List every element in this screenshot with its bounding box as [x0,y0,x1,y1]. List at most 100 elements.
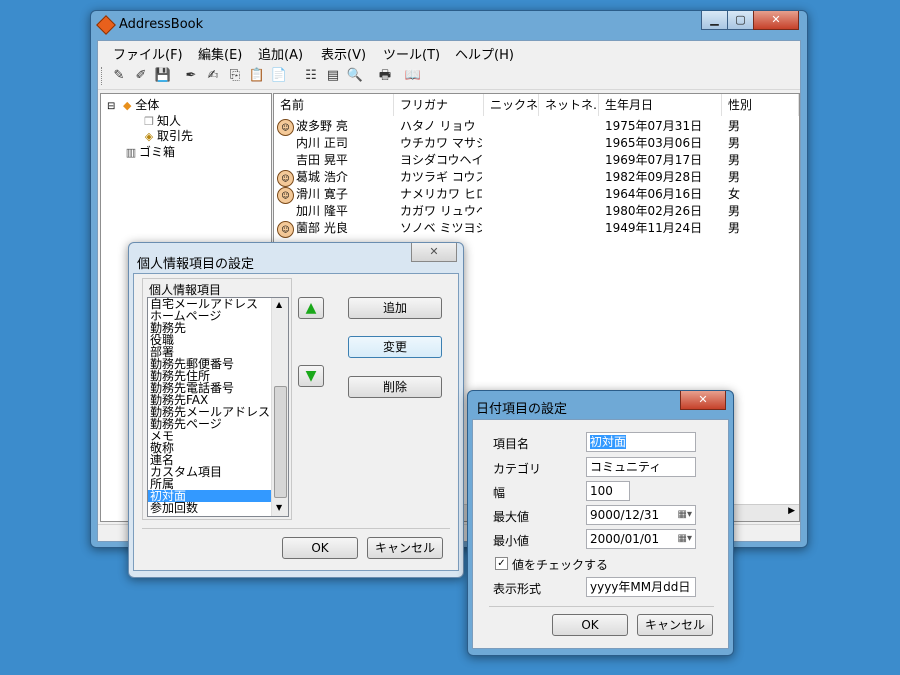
calendar-icon[interactable]: ▦▾ [678,506,692,524]
paste-icon[interactable]: 📋 [248,67,266,85]
document-icon[interactable]: 📄 [270,67,288,85]
item-name-field[interactable]: 初対面 [586,432,696,452]
delete-item-button[interactable]: 削除 [348,376,442,398]
column-header-sex[interactable]: 性別 [722,94,799,116]
print-icon[interactable]: 🖶 [376,67,394,85]
table-row[interactable]: ☺滑川 寛子 ナメリカワ ヒロコ 1964年06月16日 女 [274,186,799,204]
menu-view[interactable]: 表示(V) [321,44,366,63]
column-header-birthday[interactable]: 生年月日 [599,94,722,116]
personal-ok-button[interactable]: OK [282,537,358,559]
cell-kana: ハタノ リョウ [400,119,476,133]
check-value-checkbox[interactable]: ✓ [495,557,508,570]
personal-dialog-titlebar[interactable]: 個人情報項目の設定 ✕ [129,243,463,272]
width-field[interactable]: 100 [586,481,630,501]
close-button[interactable]: ✕ [753,11,799,30]
list-item[interactable]: 参加回数 [148,502,272,514]
tree-item-trash-label: ゴミ箱 [139,145,176,159]
date-dialog-title: 日付項目の設定 [476,402,568,417]
menu-tools[interactable]: ツール(T) [383,44,440,63]
date-dialog-close-button[interactable]: ✕ [680,391,726,410]
minimize-button[interactable]: ▁ [701,11,728,30]
scroll-thumb[interactable] [274,386,287,498]
menu-help[interactable]: ヘルプ(H) [455,44,514,63]
save-icon[interactable]: 💾 [154,67,172,85]
cell-name: 内川 正司 [296,136,348,150]
date-dialog-client: 項目名 初対面 カテゴリ コミュニティ 幅 100 最大値 9000/12/31… [472,419,729,649]
book-icon[interactable]: 📖 [404,67,422,85]
display-format-label: 表示形式 [493,582,542,596]
tree-item-business[interactable]: ◈ 取引先 [141,127,193,144]
date-ok-button[interactable]: OK [552,614,628,636]
personal-dialog-title: 個人情報項目の設定 [137,257,255,272]
min-date-picker[interactable]: 2000/01/01 ▦▾ [586,529,696,549]
personal-dialog-separator [142,528,450,529]
main-window-title: AddressBook [119,17,204,32]
cell-name: 波多野 亮 [296,119,348,133]
tree-root[interactable]: ⊟ ◆ 全体 [107,96,159,113]
tree-root-label: 全体 [135,98,160,112]
date-dialog-titlebar[interactable]: 日付項目の設定 ✕ [468,391,733,419]
scroll-up-icon[interactable]: ▲ [276,300,282,309]
main-titlebar[interactable]: AddressBook ▁ ▢ ✕ [91,11,807,39]
table-row[interactable]: 内川 正司 ウチカワ マサシ 1965年03月06日 男 [274,135,799,152]
edit-entry-icon[interactable]: ✐ [132,67,150,85]
item-name-value: 初対面 [590,435,627,449]
search-icon[interactable]: 🔍 [346,67,364,85]
write-icon[interactable]: ✍ [204,67,222,85]
scroll-down-icon[interactable]: ▼ [276,503,282,512]
personal-items-listbox[interactable]: 自宅メールアドレス ホームページ 勤務先 役職 部署 勤務先郵便番号 勤務先住所 勤務先電話番… [147,297,289,517]
move-up-button[interactable]: ▲ [298,297,324,319]
cell-birthday: 1964年06月16日 [605,187,703,201]
date-item-dialog: 日付項目の設定 ✕ 項目名 初対面 カテゴリ コミュニティ 幅 100 最大値 … [467,390,734,656]
maximize-button[interactable]: ▢ [727,11,754,30]
cell-sex: 男 [728,136,741,150]
cell-sex: 男 [728,204,741,218]
change-item-button[interactable]: 変更 [348,336,442,358]
date-cancel-button[interactable]: キャンセル [637,614,713,636]
book-icon: ◈ [144,130,154,143]
tree-item-business-label: 取引先 [157,129,194,143]
column-header-name[interactable]: 名前 [274,94,394,116]
column-header-nickname[interactable]: ニックネ… [484,94,539,116]
tree-item-trash[interactable]: ▥ ゴミ箱 [123,143,175,160]
cell-birthday: 1969年07月17日 [605,153,703,167]
listbox-scrollbar[interactable]: ▲ ▼ [271,298,288,516]
calendar-icon[interactable]: ▦▾ [678,530,692,548]
column-header-netname[interactable]: ネットネ… [539,94,599,116]
personal-cancel-button[interactable]: キャンセル [367,537,443,559]
table-row[interactable]: ☺ 波多野 亮 ハタノ リョウ 1975年07月31日 男 [274,118,799,136]
new-entry-icon[interactable]: ✎ [110,67,128,85]
cell-birthday: 1982年09月28日 [605,170,703,184]
cell-name: 加川 隆平 [296,204,348,218]
table-row[interactable]: ☺ 薗部 光良 ソノベ ミツヨシ 1949年11月24日 男 [274,220,799,238]
personal-dialog-close-button[interactable]: ✕ [411,243,457,262]
cell-sex: 男 [728,119,741,133]
scroll-right-icon[interactable]: ▶ [788,506,795,516]
expander-icon[interactable]: ⊟ [107,101,115,112]
tree-view-icon[interactable]: ☷ [302,67,320,85]
check-value-label[interactable]: 値をチェックする [512,556,608,573]
trash-icon: ▥ [125,146,137,159]
cell-kana: ソノベ ミツヨシ [400,221,482,235]
cell-birthday: 1980年02月26日 [605,204,703,218]
toolbar: ✎ ✐ 💾 ✒ ✍ ⎘ 📋 📄 ☷ ▤ 🔍 🖶 📖 [98,63,800,90]
max-date-picker[interactable]: 9000/12/31 ▦▾ [586,505,696,525]
menu-file[interactable]: ファイル(F) [113,44,183,63]
table-row[interactable]: ☺葛城 浩介 カツラギ コウス… 1982年09月28日 男 [274,169,799,187]
pen-icon[interactable]: ✒ [182,67,200,85]
list-view-icon[interactable]: ▤ [324,67,342,85]
toolbar-grip[interactable] [101,67,105,85]
add-item-button[interactable]: 追加 [348,297,442,319]
display-format-field[interactable]: yyyy年MM月dd日 [586,577,696,597]
move-down-button[interactable]: ▼ [298,365,324,387]
table-row[interactable]: 吉田 晃平 ヨシダコウヘイ 1969年07月17日 男 [274,152,799,169]
personal-items-group: 個人情報項目 自宅メールアドレス ホームページ 勤務先 役職 部署 勤務先郵便番号 勤務先住… [142,278,292,520]
menu-edit[interactable]: 編集(E) [198,44,242,63]
personal-items-list: 自宅メールアドレス ホームページ 勤務先 役職 部署 勤務先郵便番号 勤務先住所 勤務先電話番… [148,298,272,514]
cell-sex: 男 [728,153,741,167]
copy-icon[interactable]: ⎘ [226,67,244,85]
category-field[interactable]: コミュニティ [586,457,696,477]
column-header-kana[interactable]: フリガナ [394,94,484,116]
table-row[interactable]: 加川 隆平 カガワ リュウヘイ 1980年02月26日 男 [274,203,799,220]
menu-add[interactable]: 追加(A) [258,44,303,63]
